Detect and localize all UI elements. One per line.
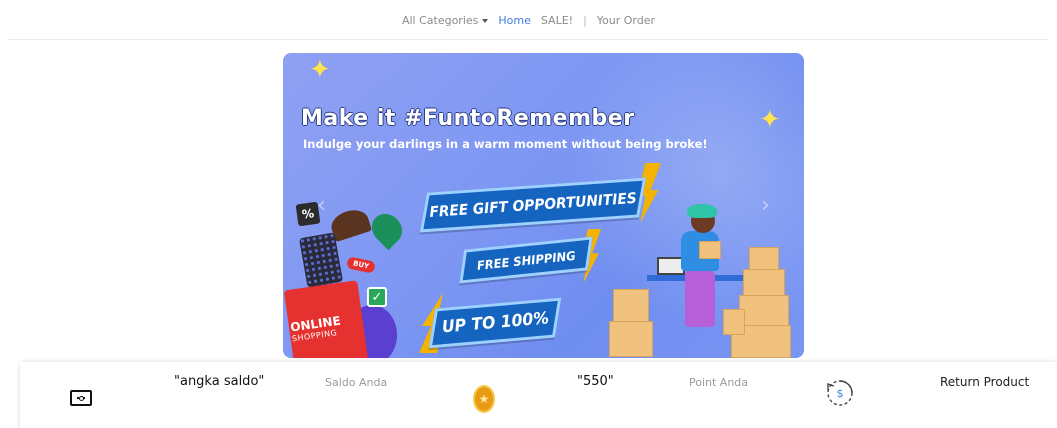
balance-label: Saldo Anda — [325, 376, 388, 389]
box-icon — [743, 269, 785, 297]
person-legs — [685, 271, 715, 327]
sparkle-icon: ✦ — [759, 105, 781, 135]
caret-down-icon — [482, 18, 489, 23]
banner-title: Make it #FuntoRemember — [301, 106, 635, 131]
check-icon: ✓ — [367, 287, 387, 307]
buy-badge: BUY — [346, 256, 377, 274]
coin-icon: ★ — [473, 385, 495, 413]
dollar-symbol: $ — [837, 387, 844, 400]
tag-up-to-100: UP TO 100% — [428, 297, 562, 349]
points-value: "550" — [577, 374, 614, 389]
tag-free-shipping: FREE SHIPPING — [459, 236, 593, 284]
bill-tick — [77, 397, 79, 399]
promo-banner-carousel[interactable]: ✦ ✦ Make it #FuntoRemember Indulge your … — [283, 53, 804, 358]
box-icon — [739, 295, 789, 327]
money-bill-icon — [70, 390, 92, 406]
tag-up-to-100-label: UP TO 100% — [440, 308, 550, 338]
nav-divider — [8, 39, 1049, 40]
balance-value: "angka saldo" — [174, 374, 265, 389]
location-pin-icon — [365, 207, 409, 251]
nav-sale[interactable]: SALE! — [541, 14, 573, 27]
percent-icon: % — [295, 201, 321, 227]
tag-free-gift-label: FREE GIFT OPPORTUNITIES — [428, 189, 638, 221]
banner-subtitle: Indulge your darlings in a warm moment w… — [303, 137, 708, 151]
box-icon — [749, 247, 779, 271]
tag-free-shipping-label: FREE SHIPPING — [475, 247, 577, 273]
box-icon — [613, 289, 649, 323]
carousel-next-arrow-icon[interactable]: › — [761, 193, 777, 219]
top-navigation: All Categories Home SALE! | Your Order — [0, 0, 1057, 40]
coin-star: ★ — [478, 392, 490, 406]
bill-tick — [83, 397, 85, 399]
held-box-icon — [699, 241, 721, 259]
refund-icon[interactable]: $ — [823, 376, 857, 410]
nav-home[interactable]: Home — [498, 14, 530, 27]
return-product-link[interactable]: Return Product — [940, 375, 1029, 389]
sparkle-icon: ✦ — [309, 55, 331, 85]
nav-categories-label: All Categories — [401, 13, 479, 27]
box-icon — [609, 321, 653, 357]
nav-separator: | — [583, 13, 587, 27]
nav-your-order[interactable]: Your Order — [597, 14, 655, 27]
nav-all-categories[interactable]: All Categories — [401, 13, 489, 27]
box-icon — [723, 309, 745, 335]
account-info-bar: "angka saldo" Saldo Anda ★ "550" Point A… — [20, 362, 1057, 428]
person-hair — [687, 204, 717, 218]
points-label: Point Anda — [689, 376, 749, 389]
